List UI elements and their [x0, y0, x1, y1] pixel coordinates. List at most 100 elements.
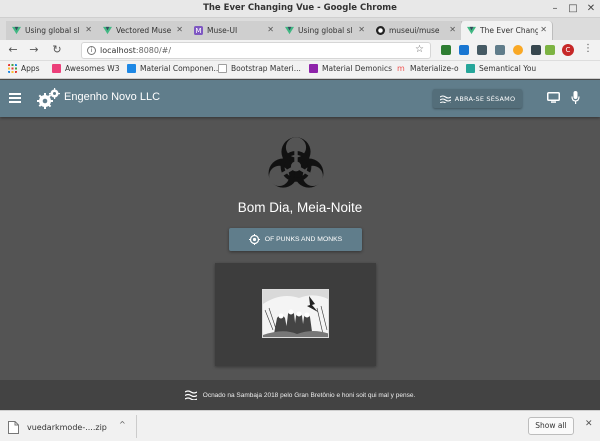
app-footer: Ocnado na Sambaja 2018 pelo Gran Bretôni… [0, 380, 600, 410]
extension-icon[interactable] [531, 45, 541, 55]
tab-close-icon[interactable]: ✕ [358, 25, 365, 34]
browser-tab[interactable]: Using global sl ✕ [6, 21, 98, 40]
bookmark-label: Apps [21, 64, 40, 73]
bookmark-favicon-icon [52, 64, 61, 73]
address-bar[interactable]: i localhost:8080/#/ [81, 42, 431, 59]
profile-avatar[interactable]: C [562, 44, 574, 56]
bookmark-label: Material Componen... [140, 64, 221, 73]
bookmark-label: Materialize-o [410, 64, 459, 73]
punks-and-monks-button[interactable]: OF PUNKS AND MONKS [229, 228, 362, 251]
download-item[interactable]: vuedarkmode-....zip [8, 417, 107, 437]
waves-icon [184, 390, 197, 400]
chrome-menu-icon[interactable]: ⋮ [583, 43, 593, 54]
bookmark-favicon-icon [309, 64, 318, 73]
tab-label: museui/muse [389, 26, 440, 35]
browser-tab-active[interactable]: The Ever Chang ✕ [461, 21, 553, 40]
back-button[interactable]: ← [6, 43, 20, 57]
bookmark-item[interactable]: Semantical You [466, 64, 536, 73]
extension-icon[interactable] [477, 45, 487, 55]
bookmark-item[interactable]: Bootstrap Materi... [218, 64, 301, 73]
greeting-heading: Bom Dia, Meia-Noite [237, 200, 363, 215]
muse-ui-favicon-icon: M [194, 26, 203, 35]
browser-tab[interactable]: Using global sl ✕ [279, 21, 371, 40]
engraving-image [263, 290, 328, 337]
download-filename: vuedarkmode-....zip [27, 422, 107, 432]
forward-button[interactable]: → [27, 43, 41, 57]
extension-icon[interactable] [459, 45, 469, 55]
bookmark-item[interactable]: Material Componen... [127, 64, 221, 73]
bookmark-item[interactable]: m Materialize-o [397, 64, 459, 73]
abra-sesamo-button[interactable]: ABRA-SE SÉSAMO [433, 89, 522, 108]
bookmark-label: Bootstrap Materi... [231, 64, 301, 73]
vue-favicon-icon [103, 26, 112, 35]
close-window-button[interactable]: ✕ [584, 2, 598, 16]
materialize-icon: m [397, 64, 405, 73]
target-icon [248, 234, 260, 245]
waves-icon [439, 94, 451, 103]
browser-tab[interactable]: museui/muse ✕ [370, 21, 462, 40]
app-bar: Engenho Novo LLC ABRA-SE SÉSAMO [0, 80, 600, 117]
browser-toolbar: ← → ↻ i localhost:8080/#/ ☆ C ⋮ [0, 40, 600, 61]
maximize-button[interactable]: □ [566, 2, 580, 16]
abra-sesamo-label: ABRA-SE SÉSAMO [454, 94, 516, 103]
vue-favicon-icon [467, 26, 476, 35]
hamburger-menu-icon[interactable] [9, 93, 21, 103]
window-title: The Ever Changing Vue - Google Chrome [203, 3, 397, 13]
bookmark-favicon-icon [127, 64, 136, 73]
tv-icon[interactable] [547, 92, 560, 103]
file-icon [8, 420, 19, 434]
bookmark-item[interactable]: Awesomes W3 [52, 64, 119, 73]
artwork-thumbnail[interactable] [262, 289, 329, 338]
divider [136, 415, 137, 438]
browser-tab[interactable]: M Muse-UI ✕ [188, 21, 280, 40]
window-titlebar: The Ever Changing Vue - Google Chrome – … [0, 0, 600, 18]
extension-icon[interactable] [441, 45, 451, 55]
bookmark-star-icon[interactable]: ☆ [415, 44, 424, 55]
extension-icon[interactable] [513, 45, 523, 55]
tab-label: The Ever Chang [480, 26, 538, 35]
chevron-up-icon[interactable]: ^ [119, 420, 126, 429]
tab-close-icon[interactable]: ✕ [267, 25, 274, 34]
close-download-bar-icon[interactable]: ✕ [585, 419, 593, 429]
svg-text:M: M [195, 26, 201, 35]
extension-icon[interactable] [545, 45, 555, 55]
tab-close-icon[interactable]: ✕ [449, 25, 456, 34]
extension-icon[interactable] [495, 45, 505, 55]
tab-close-icon[interactable]: ✕ [540, 25, 547, 34]
brand-name: Engenho Novo LLC [64, 91, 161, 103]
bookmark-label: Awesomes W3 [65, 64, 120, 73]
microphone-icon[interactable] [571, 91, 580, 104]
tab-label: Muse-UI [207, 26, 238, 35]
url-path: :8080/#/ [135, 46, 172, 55]
vue-favicon-icon [12, 26, 21, 35]
page-icon [218, 64, 227, 73]
bookmarks-bar: Apps Awesomes W3 Material Componen... Bo… [0, 61, 600, 79]
biohazard-icon [268, 137, 324, 188]
browser-tab[interactable]: Vectored Muse ✕ [97, 21, 189, 40]
info-icon[interactable]: i [87, 46, 96, 55]
punks-and-monks-label: OF PUNKS AND MONKS [264, 236, 343, 243]
gears-logo-icon [37, 88, 60, 109]
tab-label: Using global sl [298, 26, 353, 35]
bookmark-label: Material Demonics [322, 64, 393, 73]
show-all-button[interactable]: Show all [528, 417, 574, 435]
reload-button[interactable]: ↻ [50, 43, 64, 57]
app-viewport: Engenho Novo LLC ABRA-SE SÉSAMO Bom Dia,… [0, 80, 600, 410]
tab-strip: Using global sl ✕ Vectored Muse ✕ M Muse… [0, 18, 600, 55]
bookmark-favicon-icon [466, 64, 475, 73]
apps-grid-icon [8, 64, 17, 73]
bookmark-apps[interactable]: Apps [8, 64, 40, 73]
github-favicon-icon [376, 26, 385, 35]
vue-favicon-icon [285, 26, 294, 35]
footer-text: Ocnado na Sambaja 2018 pelo Gran Bretôni… [202, 391, 416, 399]
tab-close-icon[interactable]: ✕ [176, 25, 183, 34]
media-card [215, 263, 376, 366]
minimize-button[interactable]: – [548, 2, 562, 16]
download-bar: vuedarkmode-....zip ^ Show all ✕ [0, 410, 600, 441]
tab-close-icon[interactable]: ✕ [85, 25, 92, 34]
url-host: localhost [100, 46, 136, 55]
tab-label: Using global sl [25, 26, 80, 35]
tab-label: Vectored Muse [116, 26, 172, 35]
bookmark-label: Semantical You [479, 64, 537, 73]
bookmark-item[interactable]: Material Demonics [309, 64, 392, 73]
